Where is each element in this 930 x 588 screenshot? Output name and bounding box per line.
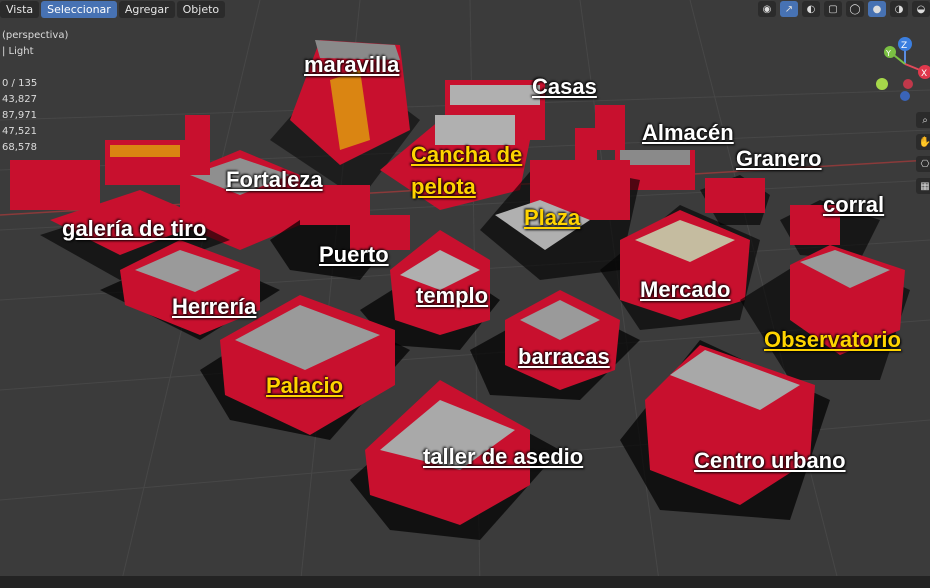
menu-objeto[interactable]: Objeto <box>176 0 226 18</box>
label-plaza: Plaza <box>524 205 581 230</box>
label-cancha-line1: Cancha de <box>411 142 523 167</box>
grid-toggle-icon[interactable]: ▦ <box>916 178 930 194</box>
label-galeria: galería de tiro <box>62 216 207 241</box>
viewport-header-right: ◉ ↗ ◐ ▢ ◯ ● ◑ ◒ <box>758 0 930 18</box>
gizmo-toggle-icon[interactable]: ↗ <box>780 1 798 17</box>
rendered-shading-icon[interactable]: ◒ <box>912 1 930 17</box>
label-palacio: Palacio <box>266 373 344 398</box>
svg-text:Z: Z <box>901 41 907 51</box>
pan-hand-icon[interactable]: ✋ <box>916 134 930 150</box>
material-shading-icon[interactable]: ◑ <box>890 1 908 17</box>
label-casas: Casas <box>532 74 597 99</box>
label-templo: templo <box>416 283 489 308</box>
stat-triangles: 68,578 <box>2 142 37 153</box>
xray-icon[interactable]: ▢ <box>824 1 842 17</box>
wireframe-shading-icon[interactable]: ◯ <box>846 1 864 17</box>
view-mode-label: (perspectiva) <box>2 30 69 41</box>
label-corral: corral <box>823 192 885 217</box>
viewport-tools: ⌕ ✋ ⎔ ▦ <box>916 112 930 194</box>
menu-seleccionar[interactable]: Seleccionar <box>41 0 117 18</box>
label-puerto: Puerto <box>319 242 389 267</box>
label-fortaleza: Fortaleza <box>226 167 323 192</box>
menu-vista[interactable]: Vista <box>0 0 40 18</box>
label-cancha-line2: pelota <box>411 174 476 199</box>
stat-objects: 0 / 135 <box>2 78 38 89</box>
stat-vertices: 43,827 <box>2 94 37 105</box>
zoom-icon[interactable]: ⌕ <box>916 112 930 128</box>
label-herreria: Herrería <box>172 294 257 319</box>
menu-bar: Vista Seleccionar Agregar Objeto <box>0 0 226 18</box>
stat-edges: 87,971 <box>2 110 37 121</box>
3d-viewport[interactable]: Vista Seleccionar Agregar Objeto ◉ ↗ ◐ ▢… <box>0 0 930 588</box>
stat-faces: 47,521 <box>2 126 37 137</box>
overlay-icon[interactable]: ◐ <box>802 1 820 17</box>
lighting-label: | Light <box>2 46 34 57</box>
svg-text:Y: Y <box>885 49 891 58</box>
label-observatorio: Observatorio <box>764 327 901 352</box>
scene-statistics: 0 / 135 43,827 87,971 47,521 68,578 <box>2 76 37 156</box>
camera-icon[interactable]: ⎔ <box>916 156 930 172</box>
label-granero: Granero <box>736 146 822 171</box>
navigation-gizmo[interactable]: Z Y X <box>870 34 930 104</box>
timeline-strip[interactable] <box>0 576 930 588</box>
label-almacen: Almacén <box>642 120 734 145</box>
label-centro: Centro urbano <box>694 448 846 473</box>
menu-agregar[interactable]: Agregar <box>118 0 175 18</box>
svg-text:X: X <box>921 69 927 79</box>
label-mercado: Mercado <box>640 277 731 302</box>
label-taller: taller de asedio <box>423 444 584 469</box>
visibility-icon[interactable]: ◉ <box>758 1 776 17</box>
solid-shading-icon[interactable]: ● <box>868 1 886 17</box>
label-maravilla: maravilla <box>304 52 400 77</box>
view-info: (perspectiva) | Light <box>2 28 68 60</box>
label-barracas: barracas <box>518 344 610 369</box>
